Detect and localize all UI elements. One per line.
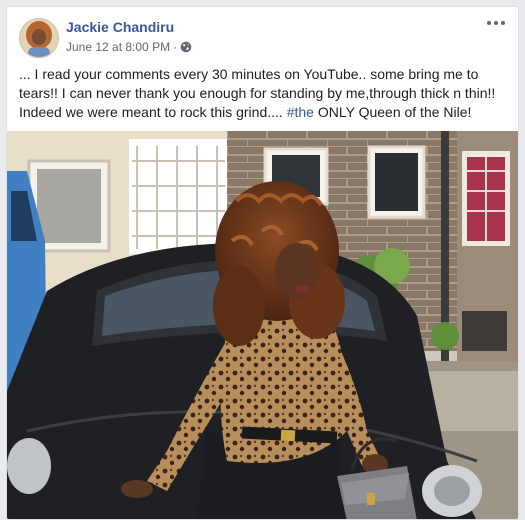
- post-text-end: ONLY Queen of the Nile!: [313, 104, 472, 120]
- hashtag-link[interactable]: #the: [287, 104, 314, 120]
- globe-icon[interactable]: [180, 41, 192, 53]
- post-text: ... I read your comments every 30 minute…: [19, 65, 509, 122]
- author-name[interactable]: Jackie Chandiru: [66, 19, 174, 35]
- post-timestamp[interactable]: June 12 at 8:00 PM: [66, 40, 170, 54]
- author-avatar[interactable]: [19, 18, 59, 58]
- more-options-icon[interactable]: [484, 15, 508, 31]
- post-meta: June 12 at 8:00 PM ·: [66, 40, 192, 54]
- post-photo[interactable]: [7, 131, 518, 519]
- photo-illustration: [7, 131, 518, 519]
- meta-separator: ·: [173, 40, 178, 54]
- facebook-post: Jackie Chandiru June 12 at 8:00 PM · ...…: [6, 6, 519, 520]
